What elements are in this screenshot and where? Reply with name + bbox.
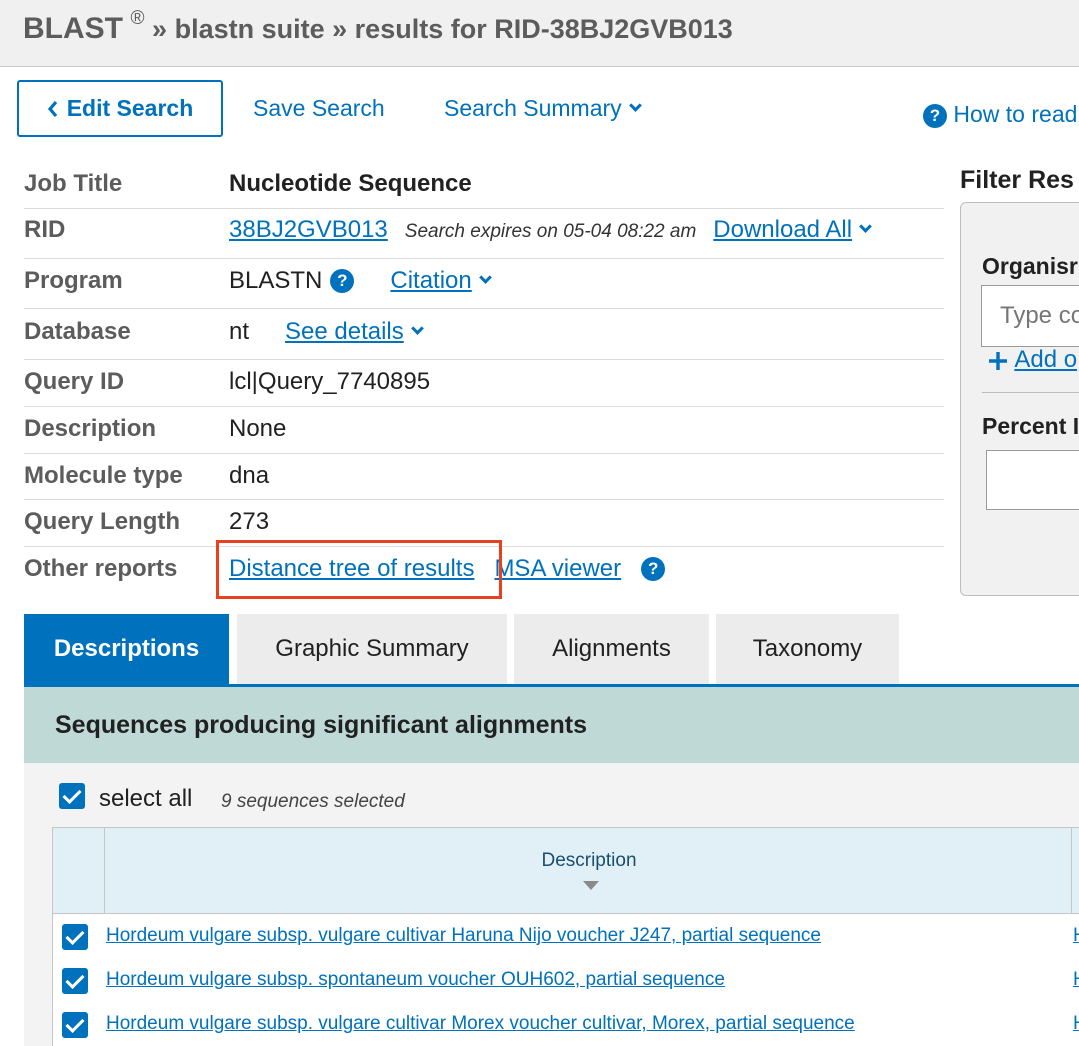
filter-results-title: Filter Res — [960, 166, 1074, 194]
job-title-label: Job Title — [24, 170, 123, 197]
description-label: Description — [24, 415, 157, 442]
percent-identity-input[interactable] — [986, 450, 1079, 510]
row-checkbox[interactable] — [62, 968, 88, 994]
row-rid: RID 38BJ2GVB013 Search expires on 05-04 … — [24, 209, 944, 259]
row-description-link[interactable]: Hordeum vulgare subsp. spontaneum vouche… — [106, 969, 725, 991]
column-description[interactable]: Description — [105, 850, 1073, 872]
breadcrumb-separator: » — [152, 14, 168, 44]
job-info-table: Job Title Nucleotide Sequence RID 38BJ2G… — [24, 160, 944, 597]
highlight-box — [216, 540, 502, 599]
save-search-link[interactable]: Save Search — [253, 95, 385, 122]
tab-descriptions[interactable]: Descriptions — [24, 614, 229, 684]
results-heading: Sequences producing significant alignmen… — [24, 687, 1079, 763]
citation-label: Citation — [390, 267, 472, 294]
row-molecule-type: Molecule type dna — [24, 454, 944, 500]
table-row: Hordeum vulgare subsp. spontaneum vouche… — [53, 959, 1079, 1003]
description-value: None — [229, 415, 287, 442]
table-header: Description — [53, 828, 1079, 914]
search-summary-label: Search Summary — [444, 95, 622, 121]
select-all-checkbox[interactable] — [59, 783, 85, 809]
results-tabs: Descriptions Graphic Summary Alignments … — [24, 614, 1079, 687]
select-all-label: select all — [99, 785, 193, 812]
row-description-link[interactable]: Hordeum vulgare subsp. vulgare cultivar … — [106, 1013, 855, 1035]
registered-mark: ® — [130, 8, 145, 29]
row-program: Program BLASTN ? Citation — [24, 259, 944, 309]
plus-icon — [989, 351, 1007, 370]
job-title-value: Nucleotide Sequence — [229, 170, 472, 197]
row-description-link[interactable]: Hordeum vulgare subsp. vulgare cultivar … — [106, 925, 821, 947]
other-reports-label: Other reports — [24, 555, 178, 582]
query-length-value: 273 — [229, 508, 270, 535]
percent-identity-label: Percent I — [982, 413, 1079, 439]
tab-taxonomy[interactable]: Taxonomy — [716, 614, 899, 684]
edit-search-button[interactable]: Edit Search — [17, 80, 223, 137]
chevron-left-icon — [47, 100, 57, 117]
program-value: BLASTN — [229, 267, 323, 294]
row-query-id: Query ID lcl|Query_7740895 — [24, 360, 944, 407]
breadcrumb-separator: » — [332, 14, 348, 44]
how-to-read-label: How to read — [953, 101, 1078, 127]
rid-link[interactable]: 38BJ2GVB013 — [229, 216, 388, 244]
add-organism-label: Add o — [1014, 346, 1078, 373]
query-length-label: Query Length — [24, 508, 181, 535]
chevron-down-icon — [410, 322, 424, 335]
top-bar: BLAST ® » blastn suite » results for RID… — [0, 0, 1079, 67]
msa-viewer-link[interactable]: MSA viewer — [494, 555, 621, 583]
download-all-dropdown[interactable]: Download All — [713, 216, 872, 244]
organism-label: Organisr — [982, 253, 1078, 279]
query-id-value: lcl|Query_7740895 — [229, 368, 431, 395]
table-row: Hordeum vulgare subsp. vulgare cultivar … — [53, 1003, 1079, 1046]
download-all-label: Download All — [713, 216, 853, 243]
checkbox-column-header — [53, 828, 105, 914]
row-job-title: Job Title Nucleotide Sequence — [24, 160, 944, 209]
row-checkbox[interactable] — [62, 1012, 88, 1038]
rid-label: RID — [24, 216, 66, 243]
descriptions-table: Description Hordeum vulgare subsp. vulga… — [52, 827, 1079, 1046]
row-next-column-link[interactable]: H — [1073, 1013, 1079, 1035]
tab-alignments[interactable]: Alignments — [514, 614, 709, 684]
chevron-down-icon — [628, 99, 642, 112]
add-organism-link[interactable]: Add o — [987, 346, 1077, 374]
row-next-column-link[interactable]: H — [1073, 925, 1079, 947]
column-divider — [1071, 828, 1072, 914]
see-details-label: See details — [285, 318, 404, 345]
blast-brand[interactable]: BLAST — [23, 12, 123, 45]
edit-search-label: Edit Search — [66, 95, 194, 121]
citation-dropdown[interactable]: Citation — [390, 267, 492, 295]
organism-input[interactable]: Type co — [981, 285, 1079, 347]
sort-down-icon[interactable] — [583, 881, 599, 890]
breadcrumb: BLAST ® » blastn suite » results for RID… — [23, 8, 733, 46]
row-database: Database nt See details — [24, 309, 944, 360]
help-icon[interactable]: ? — [330, 269, 355, 293]
database-value: nt — [229, 318, 250, 345]
search-summary-dropdown[interactable]: Search Summary — [444, 95, 642, 122]
tab-graphic-summary[interactable]: Graphic Summary — [237, 614, 507, 684]
how-to-read-link[interactable]: ? How to read — [923, 101, 1077, 128]
breadcrumb-suite[interactable]: blastn suite — [175, 14, 325, 44]
chevron-down-icon — [859, 220, 872, 233]
chevron-down-icon — [478, 271, 492, 284]
breadcrumb-results: results for RID-38BJ2GVB013 — [354, 14, 733, 44]
program-label: Program — [24, 267, 123, 294]
database-label: Database — [24, 318, 131, 345]
row-description: Description None — [24, 407, 944, 454]
selected-count: 9 sequences selected — [221, 791, 405, 812]
see-details-dropdown[interactable]: See details — [285, 318, 424, 346]
expires-text: Search expires on 05-04 08:22 am — [404, 221, 697, 242]
molecule-type-value: dna — [229, 462, 270, 489]
row-next-column-link[interactable]: H — [1073, 969, 1079, 991]
help-icon: ? — [923, 103, 947, 128]
filter-divider — [982, 392, 1079, 393]
molecule-type-label: Molecule type — [24, 462, 183, 489]
query-id-label: Query ID — [24, 368, 125, 395]
row-checkbox[interactable] — [62, 924, 88, 950]
table-row: Hordeum vulgare subsp. vulgare cultivar … — [53, 915, 1079, 959]
help-icon[interactable]: ? — [641, 557, 666, 581]
